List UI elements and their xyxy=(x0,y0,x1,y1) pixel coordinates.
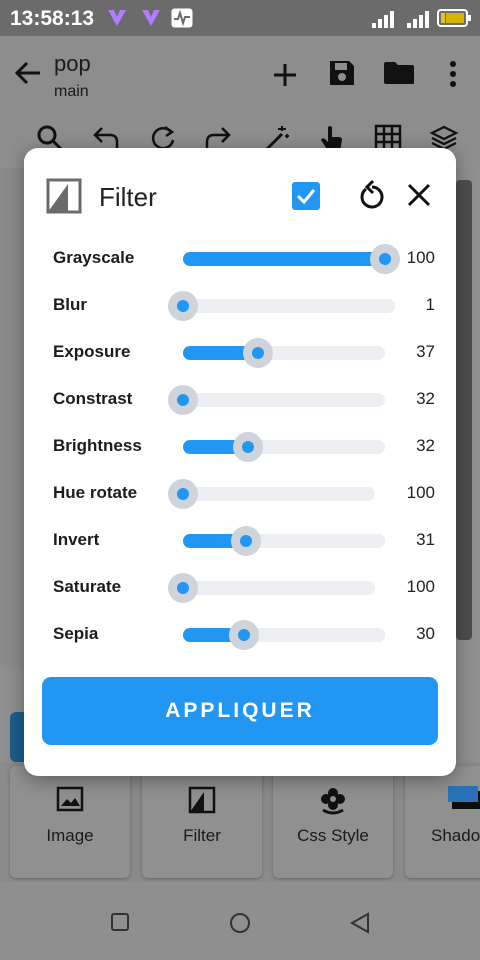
filter-row: Sepia 30 xyxy=(24,614,456,654)
filter-slider[interactable] xyxy=(183,620,385,650)
activity-icon xyxy=(171,8,193,28)
status-bar: 13:58:13 xyxy=(0,0,480,36)
signal-icon xyxy=(372,11,394,28)
signal-icon xyxy=(407,11,429,28)
project-title: pop xyxy=(54,51,91,76)
enable-filter-checkbox[interactable] xyxy=(292,182,320,210)
card-label: Shado xyxy=(431,826,480,845)
filter-row: Invert 31 xyxy=(24,520,456,560)
filter-value: 100 xyxy=(406,248,435,267)
background-panel xyxy=(0,168,24,668)
slider-thumb[interactable] xyxy=(242,338,273,368)
slider-fill xyxy=(183,252,385,266)
filter-icon xyxy=(188,786,216,814)
filter-value: 37 xyxy=(416,342,435,361)
system-nav-bar xyxy=(0,882,480,960)
slider-thumb[interactable] xyxy=(232,432,263,462)
card-css-style[interactable]: Css Style xyxy=(273,766,393,878)
reset-icon[interactable] xyxy=(358,179,386,211)
back-arrow-icon[interactable] xyxy=(14,60,42,86)
slider-thumb[interactable] xyxy=(230,526,261,556)
filter-value: 30 xyxy=(416,624,435,643)
filter-row: Exposure 37 xyxy=(24,332,456,372)
apply-button[interactable]: APPLIQUER xyxy=(42,677,438,745)
filter-name: Blur xyxy=(53,295,87,314)
filter-row: Saturate 100 xyxy=(24,567,456,607)
slider-thumb[interactable] xyxy=(228,620,259,650)
image-icon xyxy=(56,786,84,812)
slider-thumb[interactable] xyxy=(168,291,198,321)
filter-slider[interactable] xyxy=(183,432,385,462)
project-subtitle: main xyxy=(54,83,89,100)
card-image[interactable]: Image xyxy=(10,766,130,878)
component-cards: Image Filter Css Style Shado xyxy=(0,762,480,882)
card-label: Css Style xyxy=(297,826,369,845)
filter-name: Sepia xyxy=(53,624,99,643)
filter-name: Hue rotate xyxy=(53,483,138,502)
slider-thumb[interactable] xyxy=(168,573,198,603)
close-icon[interactable] xyxy=(407,183,431,207)
filter-slider[interactable] xyxy=(183,338,385,368)
add-icon[interactable] xyxy=(272,62,298,88)
card-label: Image xyxy=(46,826,94,845)
filter-value: 100 xyxy=(406,483,435,502)
filter-name: Exposure xyxy=(53,342,131,361)
more-options-icon[interactable] xyxy=(449,60,457,88)
shadow-icon xyxy=(448,786,480,809)
filter-value: 1 xyxy=(425,295,435,314)
card-shadow[interactable]: Shado xyxy=(405,766,480,878)
slider-thumb[interactable] xyxy=(168,385,198,415)
app-bar: pop main xyxy=(0,36,480,112)
filter-slider[interactable] xyxy=(168,291,395,321)
home-icon[interactable] xyxy=(229,912,251,934)
slider-thumb[interactable] xyxy=(168,479,198,509)
flower-icon xyxy=(321,788,345,815)
app-notification-icon xyxy=(142,10,160,26)
filter-row: Brightness 32 xyxy=(24,426,456,466)
filter-name: Constrast xyxy=(53,389,133,408)
filter-value: 100 xyxy=(406,577,435,596)
filter-value: 31 xyxy=(416,530,435,549)
status-time: 13:58:13 xyxy=(10,7,95,30)
filter-row: Hue rotate 100 xyxy=(24,473,456,513)
folder-icon[interactable] xyxy=(383,61,415,85)
card-filter[interactable]: Filter xyxy=(142,766,262,878)
card-label: Filter xyxy=(183,826,221,845)
filter-row: Grayscale 100 xyxy=(24,238,456,278)
filter-name: Saturate xyxy=(53,577,122,596)
dialog-title: Filter xyxy=(99,182,157,212)
battery-icon xyxy=(437,9,471,27)
filter-slider[interactable] xyxy=(168,479,375,509)
filter-name: Invert xyxy=(53,530,100,549)
filter-name: Brightness xyxy=(53,436,142,455)
filter-icon xyxy=(46,178,82,214)
background-canvas xyxy=(456,180,472,640)
filter-slider[interactable] xyxy=(183,526,385,556)
checkmark-icon xyxy=(296,189,316,205)
filter-slider[interactable] xyxy=(168,573,375,603)
filter-slider[interactable] xyxy=(168,385,385,415)
filter-slider[interactable] xyxy=(183,244,400,274)
slider-thumb[interactable] xyxy=(370,244,400,274)
back-icon[interactable] xyxy=(349,912,371,934)
filter-value: 32 xyxy=(416,436,435,455)
save-icon[interactable] xyxy=(328,59,356,87)
filter-dialog: Filter Grayscale 100 Blur 1 Exposure 37 Constr… xyxy=(24,148,456,776)
recents-icon[interactable] xyxy=(110,912,130,932)
filter-row: Constrast 32 xyxy=(24,379,456,419)
filter-value: 32 xyxy=(416,389,435,408)
app-notification-icon xyxy=(108,10,126,26)
filter-name: Grayscale xyxy=(53,248,135,267)
filter-row: Blur 1 xyxy=(24,285,456,325)
